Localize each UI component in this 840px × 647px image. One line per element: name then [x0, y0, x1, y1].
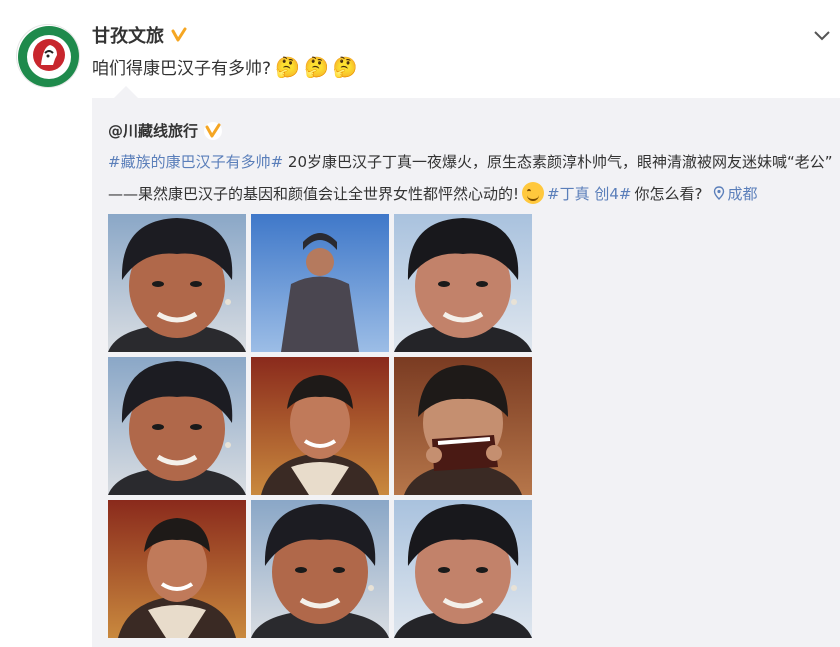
verified-icon [170, 26, 188, 44]
photo-3[interactable] [394, 214, 532, 352]
thinking-emoji-icon: 🤔 [332, 54, 358, 79]
photo-9[interactable] [394, 500, 532, 638]
repost-text-line-1: #藏族的康巴汉子有多帅# 20岁康巴汉子丁真一夜爆火，原生态素颜淳朴帅气，眼神清… [108, 151, 833, 172]
photo-5[interactable] [251, 357, 389, 495]
repost-author-name[interactable]: @川藏线旅行 [108, 120, 198, 141]
hashtag-link[interactable]: #丁真 创4# [547, 183, 631, 204]
photo-8[interactable] [251, 500, 389, 638]
thinking-emoji-icon: 🤔 [303, 54, 329, 79]
post-text: 咱们得康巴汉子有多帅? 🤔 🤔 🤔 [92, 54, 358, 80]
photo-7[interactable] [108, 500, 246, 638]
garze-logo-icon [18, 26, 79, 87]
chevron-down-icon[interactable] [812, 28, 832, 42]
post-text-content: 咱们得康巴汉子有多帅? [92, 59, 272, 79]
photo-4[interactable] [108, 357, 246, 495]
thinking-emoji-icon: 🤔 [275, 54, 300, 79]
author-name[interactable]: 甘孜文旅 [92, 22, 164, 48]
repost-text: 20岁康巴汉子丁真一夜爆火，原生态素颜淳朴帅气，眼神清澈被网友迷妹喊“老公” [283, 153, 833, 171]
smile-emoji-icon [522, 182, 545, 204]
hashtag-link[interactable]: #藏族的康巴汉子有多帅# [108, 153, 283, 171]
repost-text: ——果然康巴汉子的基因和颜值会让全世界女性都怦然心动的! [108, 184, 520, 203]
weibo-post: 甘孜文旅 咱们得康巴汉子有多帅? 🤔 🤔 🤔 @川藏线旅行 #藏族的康巴汉子有多… [0, 0, 840, 647]
photo-grid [108, 214, 532, 638]
repost-pointer [114, 86, 138, 98]
author: 甘孜文旅 [92, 22, 188, 48]
repost-question: 你怎么看? [634, 184, 703, 203]
location-label: 成都 [727, 184, 758, 203]
location-pin-icon [714, 186, 725, 200]
photo-6[interactable] [394, 357, 532, 495]
avatar[interactable] [16, 24, 80, 88]
verified-icon [204, 121, 223, 140]
photo-2[interactable] [251, 214, 389, 352]
location-link[interactable]: 成都 [713, 183, 757, 204]
photo-1[interactable] [108, 214, 246, 352]
repost-text-line-2: ——果然康巴汉子的基因和颜值会让全世界女性都怦然心动的! #丁真 创4# 你怎么… [108, 182, 757, 204]
repost-author: @川藏线旅行 [108, 120, 223, 141]
